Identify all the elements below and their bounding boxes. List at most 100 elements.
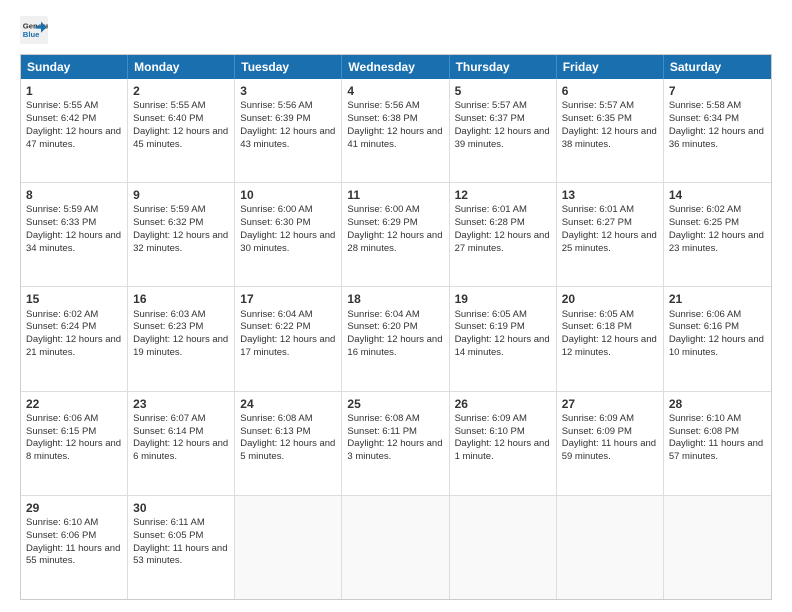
daylight-text: Daylight: 12 hours and 43 minutes. xyxy=(240,126,335,150)
daylight-text: Daylight: 12 hours and 23 minutes. xyxy=(669,230,764,254)
day-number: 15 xyxy=(26,291,122,307)
day-number: 29 xyxy=(26,500,122,516)
calendar-cell-day-30: 30Sunrise: 6:11 AMSunset: 6:05 PMDayligh… xyxy=(128,496,235,599)
sunset-text: Sunset: 6:08 PM xyxy=(669,426,739,437)
day-number: 18 xyxy=(347,291,443,307)
calendar-cell-day-11: 11Sunrise: 6:00 AMSunset: 6:29 PMDayligh… xyxy=(342,183,449,286)
calendar-cell-day-24: 24Sunrise: 6:08 AMSunset: 6:13 PMDayligh… xyxy=(235,392,342,495)
sunset-text: Sunset: 6:32 PM xyxy=(133,217,203,228)
sunset-text: Sunset: 6:23 PM xyxy=(133,321,203,332)
sunrise-text: Sunrise: 6:10 AM xyxy=(669,413,741,424)
daylight-text: Daylight: 12 hours and 19 minutes. xyxy=(133,334,228,358)
calendar-cell-day-16: 16 Sunrise: 6:03 AMSunset: 6:23 PM Dayligh… xyxy=(128,287,235,390)
calendar-cell-day-17: 17Sunrise: 6:04 AMSunset: 6:22 PMDayligh… xyxy=(235,287,342,390)
day-number: 4 xyxy=(347,83,443,99)
day-number: 27 xyxy=(562,396,658,412)
calendar-cell-empty xyxy=(235,496,342,599)
sunrise-text: Sunrise: 5:59 AM xyxy=(26,204,98,215)
day-number: 11 xyxy=(347,187,443,203)
header-day-tuesday: Tuesday xyxy=(235,55,342,79)
sunrise-text: Sunrise: 6:09 AM xyxy=(562,413,634,424)
sunset-text: Sunset: 6:05 PM xyxy=(133,530,203,541)
daylight-text: Daylight: 12 hours and 25 minutes. xyxy=(562,230,657,254)
sunrise-text: Sunrise: 6:05 AM xyxy=(455,309,527,320)
logo: General Blue xyxy=(20,16,48,44)
day-number: 8 xyxy=(26,187,122,203)
sunset-text: Sunset: 6:28 PM xyxy=(455,217,525,228)
day-number: 7 xyxy=(669,83,766,99)
sunrise-text: Sunrise: 6:08 AM xyxy=(240,413,312,424)
sunrise-text: Sunrise: 6:04 AM xyxy=(240,309,312,320)
daylight-text: Daylight: 12 hours and 28 minutes. xyxy=(347,230,442,254)
header-day-saturday: Saturday xyxy=(664,55,771,79)
daylight-text: Daylight: 12 hours and 1 minute. xyxy=(455,438,550,462)
daylight-text: Daylight: 12 hours and 6 minutes. xyxy=(133,438,228,462)
sunrise-text: Sunrise: 5:56 AM xyxy=(347,100,419,111)
sunset-text: Sunset: 6:22 PM xyxy=(240,321,310,332)
sunset-text: Sunset: 6:18 PM xyxy=(562,321,632,332)
sunrise-text: Sunrise: 6:06 AM xyxy=(26,413,98,424)
sunset-text: Sunset: 6:30 PM xyxy=(240,217,310,228)
day-number: 6 xyxy=(562,83,658,99)
daylight-text: Daylight: 12 hours and 16 minutes. xyxy=(347,334,442,358)
calendar-cell-day-21: 21Sunrise: 6:06 AMSunset: 6:16 PMDayligh… xyxy=(664,287,771,390)
calendar-header: SundayMondayTuesdayWednesdayThursdayFrid… xyxy=(21,55,771,79)
sunset-text: Sunset: 6:29 PM xyxy=(347,217,417,228)
sunrise-text: Sunrise: 5:56 AM xyxy=(240,100,312,111)
day-number: 16 xyxy=(133,291,229,307)
calendar-cell-empty xyxy=(664,496,771,599)
daylight-text: Daylight: 11 hours and 53 minutes. xyxy=(133,543,227,567)
sunset-text: Sunset: 6:24 PM xyxy=(26,321,96,332)
calendar-cell-day-28: 28Sunrise: 6:10 AMSunset: 6:08 PMDayligh… xyxy=(664,392,771,495)
day-number: 3 xyxy=(240,83,336,99)
calendar-cell-day-1: 1Sunrise: 5:55 AMSunset: 6:42 PMDaylight… xyxy=(21,79,128,182)
calendar-cell-day-22: 22Sunrise: 6:06 AMSunset: 6:15 PMDayligh… xyxy=(21,392,128,495)
day-number: 25 xyxy=(347,396,443,412)
sunset-text: Sunset: 6:39 PM xyxy=(240,113,310,124)
header-day-sunday: Sunday xyxy=(21,55,128,79)
day-number: 20 xyxy=(562,291,658,307)
day-number: 24 xyxy=(240,396,336,412)
sunset-text: Sunset: 6:15 PM xyxy=(26,426,96,437)
daylight-text: Daylight: 12 hours and 14 minutes. xyxy=(455,334,550,358)
calendar-cell-day-8: 8Sunrise: 5:59 AMSunset: 6:33 PMDaylight… xyxy=(21,183,128,286)
sunrise-text: Sunrise: 6:06 AM xyxy=(669,309,741,320)
sunrise-text: Sunrise: 6:05 AM xyxy=(562,309,634,320)
calendar-cell-empty xyxy=(557,496,664,599)
calendar-row-2: 8Sunrise: 5:59 AMSunset: 6:33 PMDaylight… xyxy=(21,183,771,287)
header: General Blue xyxy=(20,16,772,44)
calendar: SundayMondayTuesdayWednesdayThursdayFrid… xyxy=(20,54,772,600)
daylight-text: Daylight: 12 hours and 12 minutes. xyxy=(562,334,657,358)
daylight-text: Daylight: 11 hours and 57 minutes. xyxy=(669,438,763,462)
daylight-text: Daylight: 12 hours and 10 minutes. xyxy=(669,334,764,358)
daylight-text: Daylight: 11 hours and 59 minutes. xyxy=(562,438,656,462)
day-number: 17 xyxy=(240,291,336,307)
sunset-text: Sunset: 6:16 PM xyxy=(669,321,739,332)
header-day-monday: Monday xyxy=(128,55,235,79)
calendar-cell-empty xyxy=(450,496,557,599)
sunrise-text: Sunrise: 5:58 AM xyxy=(669,100,741,111)
sunrise-text: Sunrise: 6:03 AM xyxy=(133,309,205,320)
sunrise-text: Sunrise: 5:57 AM xyxy=(562,100,634,111)
daylight-text: Daylight: 12 hours and 21 minutes. xyxy=(26,334,121,358)
sunset-text: Sunset: 6:35 PM xyxy=(562,113,632,124)
calendar-cell-day-27: 27Sunrise: 6:09 AMSunset: 6:09 PMDayligh… xyxy=(557,392,664,495)
day-number: 12 xyxy=(455,187,551,203)
svg-text:Blue: Blue xyxy=(23,30,40,39)
calendar-cell-day-5: 5Sunrise: 5:57 AMSunset: 6:37 PMDaylight… xyxy=(450,79,557,182)
sunset-text: Sunset: 6:06 PM xyxy=(26,530,96,541)
day-number: 14 xyxy=(669,187,766,203)
sunrise-text: Sunrise: 6:02 AM xyxy=(669,204,741,215)
calendar-cell-day-6: 6Sunrise: 5:57 AMSunset: 6:35 PMDaylight… xyxy=(557,79,664,182)
sunrise-text: Sunrise: 5:57 AM xyxy=(455,100,527,111)
calendar-cell-day-19: 19Sunrise: 6:05 AMSunset: 6:19 PMDayligh… xyxy=(450,287,557,390)
calendar-cell-day-13: 13Sunrise: 6:01 AMSunset: 6:27 PMDayligh… xyxy=(557,183,664,286)
day-number: 2 xyxy=(133,83,229,99)
sunrise-text: Sunrise: 6:00 AM xyxy=(240,204,312,215)
daylight-text: Daylight: 12 hours and 41 minutes. xyxy=(347,126,442,150)
day-number: 1 xyxy=(26,83,122,99)
calendar-cell-day-18: 18Sunrise: 6:04 AMSunset: 6:20 PMDayligh… xyxy=(342,287,449,390)
calendar-cell-day-9: 9Sunrise: 5:59 AMSunset: 6:32 PMDaylight… xyxy=(128,183,235,286)
calendar-cell-day-25: 25Sunrise: 6:08 AMSunset: 6:11 PMDayligh… xyxy=(342,392,449,495)
day-number: 9 xyxy=(133,187,229,203)
